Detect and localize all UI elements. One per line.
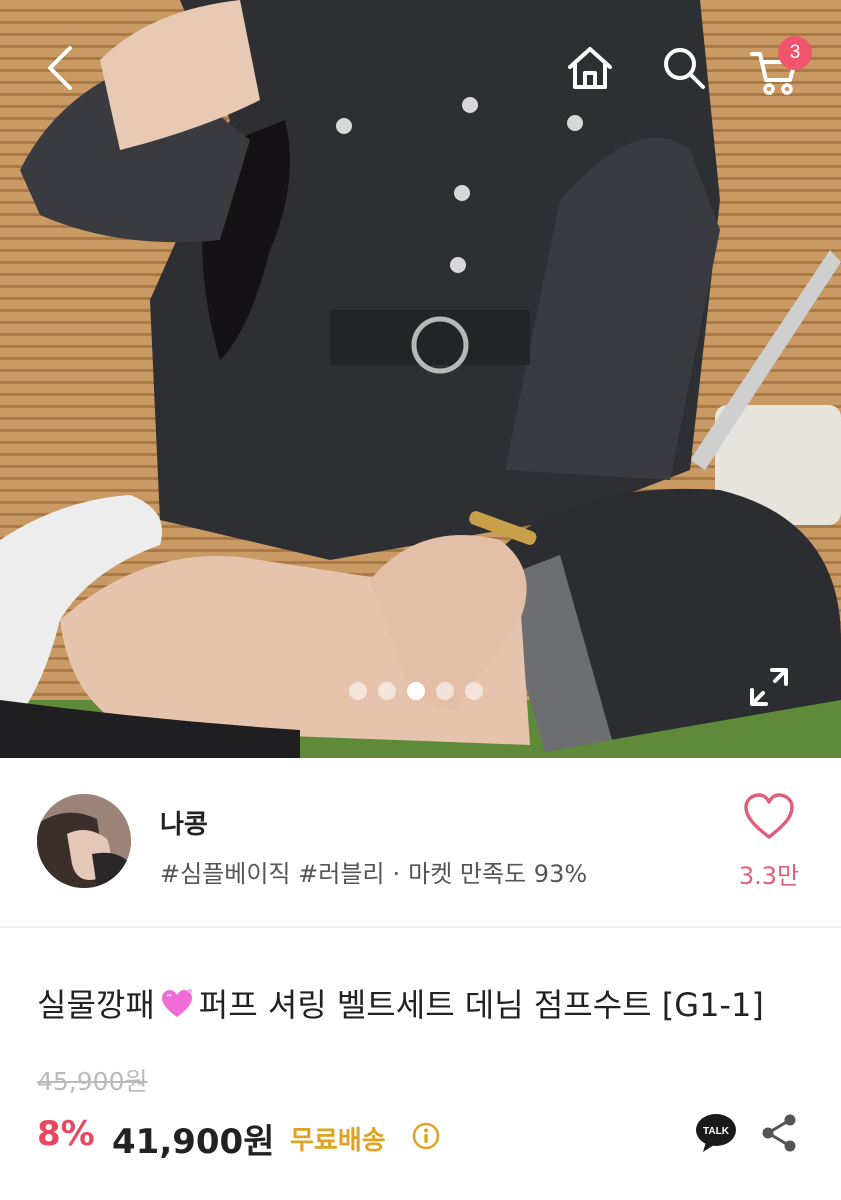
title-prefix: 실물깡패 bbox=[37, 986, 155, 1024]
seller-tags[interactable]: #심플베이직 #러블리 bbox=[160, 860, 385, 888]
share-button[interactable] bbox=[760, 1112, 800, 1154]
search-icon bbox=[664, 48, 705, 89]
shipping-info-button[interactable] bbox=[412, 1122, 440, 1150]
gallery-dot[interactable] bbox=[378, 682, 396, 700]
expand-icon bbox=[750, 668, 788, 706]
gallery-dot[interactable] bbox=[349, 682, 367, 700]
product-image-gallery[interactable]: 3 bbox=[0, 0, 841, 758]
gallery-dot-active[interactable] bbox=[407, 682, 425, 700]
sparkling-heart-icon bbox=[159, 988, 195, 1028]
share-icon bbox=[762, 1114, 796, 1152]
sale-price: 41,900원 bbox=[112, 1122, 275, 1162]
gallery-dot[interactable] bbox=[465, 682, 483, 700]
discount-rate: 8% bbox=[37, 1114, 95, 1154]
original-price: 45,900원 bbox=[37, 1067, 148, 1096]
section-divider bbox=[0, 926, 841, 928]
seller-avatar[interactable] bbox=[37, 794, 131, 888]
seller-name[interactable]: 나콩 bbox=[160, 804, 208, 841]
cart-button[interactable]: 3 bbox=[746, 36, 812, 98]
seller-section[interactable]: 나콩 #심플베이직 #러블리 · 마켓 만족도 93% 3.3만 bbox=[0, 758, 841, 926]
like-count: 3.3만 bbox=[738, 862, 800, 890]
heart-outline-icon bbox=[744, 793, 794, 839]
seller-info: #심플베이직 #러블리 · 마켓 만족도 93% bbox=[160, 854, 587, 889]
kakao-talk-button[interactable]: TALK bbox=[694, 1112, 738, 1154]
market-satisfaction: 마켓 만족도 93% bbox=[408, 860, 588, 888]
like-button[interactable] bbox=[734, 792, 804, 852]
search-button[interactable] bbox=[654, 38, 714, 98]
cart-count-badge: 3 bbox=[778, 36, 812, 70]
home-icon bbox=[568, 47, 612, 89]
back-button[interactable] bbox=[30, 38, 90, 98]
avatar-image bbox=[37, 794, 131, 888]
chevron-left-icon bbox=[48, 46, 72, 90]
title-suffix: 퍼프 셔링 벨트세트 데님 점프수트 [G1-1] bbox=[198, 986, 764, 1024]
product-photo bbox=[0, 0, 841, 758]
talk-label: TALK bbox=[703, 1126, 730, 1137]
meta-separator: · bbox=[392, 860, 401, 888]
gallery-pagination bbox=[349, 682, 483, 700]
gallery-dot[interactable] bbox=[436, 682, 454, 700]
fullscreen-button[interactable] bbox=[742, 660, 796, 714]
home-button[interactable] bbox=[560, 38, 620, 98]
product-title: 실물깡패 퍼프 셔링 벨트세트 데님 점프수트 [G1-1] bbox=[37, 980, 764, 1028]
talk-icon: TALK bbox=[696, 1114, 736, 1152]
free-shipping-label: 무료배송 bbox=[290, 1126, 386, 1156]
info-icon bbox=[412, 1122, 440, 1150]
